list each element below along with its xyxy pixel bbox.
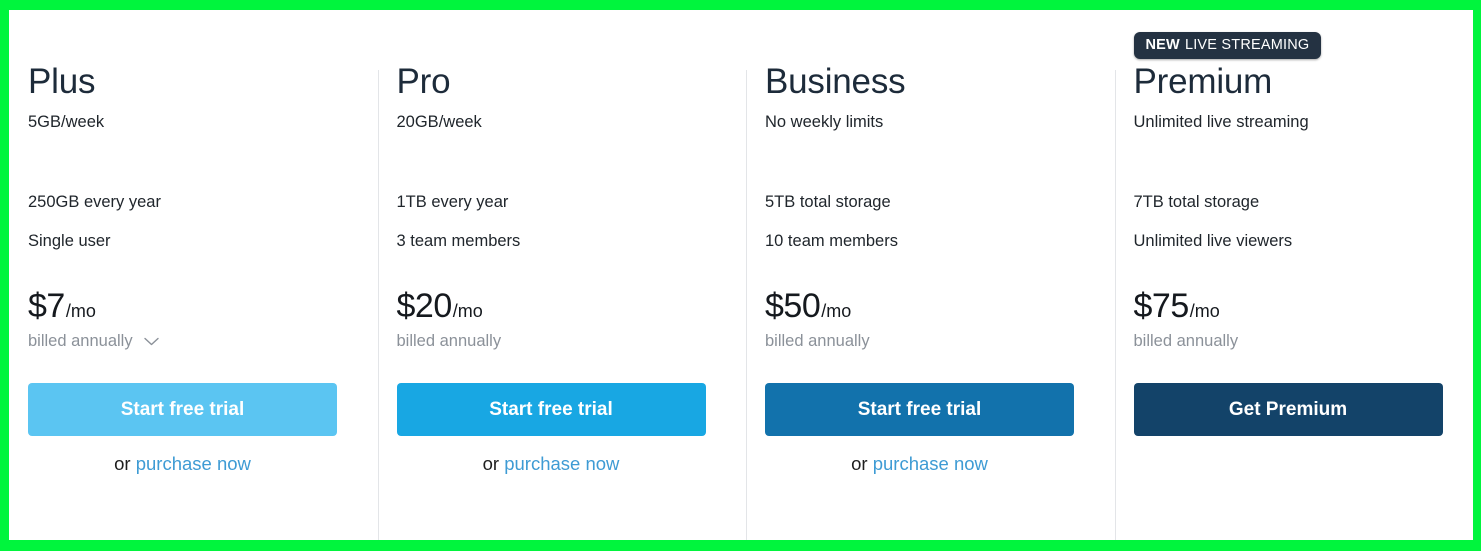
plan-subtitle: 20GB/week: [396, 113, 482, 131]
price-amount: $7: [28, 287, 65, 325]
plan-title: Premium: [1133, 62, 1273, 101]
price-amount: $50: [765, 287, 821, 325]
billing-label: billed annually: [765, 332, 870, 350]
plan-features: 5TB total storage 10 team members: [765, 191, 1115, 252]
plan-feature: 7TB total storage: [1133, 193, 1260, 211]
plan-price: $50 /mo: [765, 288, 1115, 324]
price-period: /mo: [65, 301, 96, 321]
get-premium-button[interactable]: Get Premium: [1133, 383, 1443, 436]
price-amount: $20: [396, 287, 453, 325]
purchase-prefix: or: [114, 453, 136, 474]
plan-feature: Unlimited live viewers: [1133, 232, 1293, 250]
plan-price: $20 /mo: [397, 288, 747, 324]
plan-features: 7TB total storage Unlimited live viewers: [1134, 191, 1474, 252]
purchase-now-link[interactable]: purchase now: [136, 453, 251, 474]
purchase-prefix: or: [482, 453, 505, 474]
pricing-columns: Plus 5GB/week 250GB every year Single us…: [9, 10, 1473, 540]
billing-label: billed annually: [1133, 332, 1239, 350]
billing-label: billed annually: [396, 332, 502, 350]
price-period: /mo: [1189, 301, 1220, 321]
plan-subtitle: No weekly limits: [765, 113, 884, 131]
start-free-trial-button[interactable]: Start free trial: [765, 383, 1074, 436]
plan-features: 1TB every year 3 team members: [397, 191, 747, 252]
price-amount: $75: [1133, 287, 1190, 325]
plan-price: $7 /mo: [28, 288, 378, 324]
plan-feature: 3 team members: [396, 232, 521, 250]
new-live-streaming-badge: NEW LIVE STREAMING: [1133, 32, 1322, 59]
badge-text-label: LIVE STREAMING: [1184, 37, 1310, 53]
billing-label-row: billed annually: [397, 331, 747, 351]
price-period: /mo: [452, 301, 483, 321]
chevron-down-icon[interactable]: [143, 337, 159, 346]
pricing-column-pro: Pro 20GB/week 1TB every year 3 team memb…: [377, 10, 747, 540]
plan-subtitle: 5GB/week: [28, 113, 105, 131]
purchase-prefix: or: [851, 453, 873, 474]
price-period: /mo: [821, 301, 852, 321]
purchase-now-row: or purchase now: [28, 453, 337, 475]
start-free-trial-button[interactable]: Start free trial: [28, 383, 337, 436]
plan-feature: Single user: [28, 232, 111, 250]
billing-label-row: billed annually: [1134, 331, 1474, 351]
pricing-screen: Plus 5GB/week 250GB every year Single us…: [0, 0, 1481, 551]
pricing-column-premium: NEW LIVE STREAMING Premium Unlimited liv…: [1114, 10, 1474, 540]
start-free-trial-button[interactable]: Start free trial: [396, 383, 706, 436]
plan-title: Business: [765, 62, 906, 101]
billing-label: billed annually: [28, 332, 133, 350]
purchase-now-row: or purchase now: [397, 453, 706, 475]
plan-features: 250GB every year Single user: [28, 191, 378, 252]
plan-feature: 5TB total storage: [765, 193, 891, 211]
plan-title: Pro: [396, 62, 451, 101]
plan-feature: 1TB every year: [396, 193, 509, 211]
purchase-now-link[interactable]: purchase now: [873, 453, 988, 474]
billing-selector[interactable]: billed annually: [28, 331, 378, 351]
plan-price: $75 /mo: [1134, 288, 1474, 324]
plan-feature: 10 team members: [765, 232, 898, 250]
pricing-panel: Plus 5GB/week 250GB every year Single us…: [9, 10, 1473, 540]
purchase-now-row: or purchase now: [765, 453, 1074, 475]
billing-label-row: billed annually: [765, 331, 1115, 351]
badge-new-label: NEW: [1145, 37, 1180, 53]
pricing-column-plus: Plus 5GB/week 250GB every year Single us…: [9, 10, 378, 540]
plan-title: Plus: [28, 62, 96, 101]
purchase-now-link[interactable]: purchase now: [504, 453, 619, 474]
plan-feature: 250GB every year: [28, 193, 161, 211]
plan-subtitle: Unlimited live streaming: [1133, 113, 1309, 131]
pricing-column-business: Business No weekly limits 5TB total stor…: [746, 10, 1115, 540]
